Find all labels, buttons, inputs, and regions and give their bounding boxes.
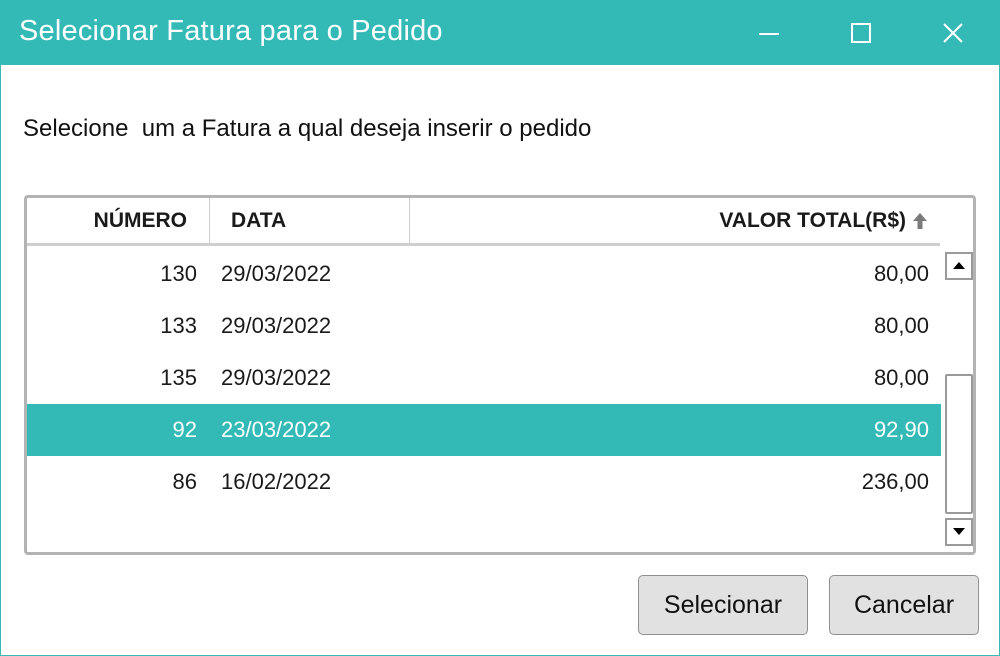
column-header-label: DATA [231, 209, 287, 232]
cell-valor: 80,00 [873, 313, 929, 338]
scroll-down-button[interactable] [945, 518, 973, 546]
close-button[interactable] [933, 13, 973, 53]
minimize-button[interactable] [749, 13, 789, 53]
cell-data: 16/02/2022 [221, 469, 332, 494]
invoice-grid[interactable]: NÚMERO DATA VALOR TOTAL(R$) 130 29/03/20… [24, 195, 976, 555]
table-row[interactable]: 135 29/03/2022 80,00 [27, 352, 941, 404]
column-header-numero[interactable]: NÚMERO [27, 198, 210, 243]
cancel-button[interactable]: Cancelar [829, 575, 979, 635]
cell-data: 29/03/2022 [221, 261, 332, 286]
title-bar[interactable]: Selecionar Fatura para o Pedido [1, 1, 1000, 65]
table-row[interactable]: 130 29/03/2022 80,00 [27, 248, 941, 300]
cell-data: 29/03/2022 [221, 365, 332, 390]
cell-numero: 135 [160, 365, 197, 390]
maximize-button[interactable] [841, 13, 881, 53]
table-row[interactable]: 133 29/03/2022 80,00 [27, 300, 941, 352]
maximize-icon [851, 23, 871, 43]
cell-valor: 236,00 [861, 469, 929, 494]
cell-numero: 92 [172, 417, 197, 442]
dialog-window: Selecionar Fatura para o Pedido Selecion… [0, 0, 1000, 656]
scroll-up-button[interactable] [945, 252, 973, 280]
table-row-selected[interactable]: 92 23/03/2022 92,90 [27, 404, 941, 456]
scrollbar-thumb[interactable] [945, 374, 973, 514]
cell-valor: 80,00 [873, 261, 929, 286]
minimize-icon [759, 33, 779, 35]
instruction-text: Selecione um a Fatura a qual deseja inse… [23, 115, 592, 142]
table-row[interactable]: 86 16/02/2022 236,00 [27, 456, 941, 508]
grid-header: NÚMERO DATA VALOR TOTAL(R$) [27, 198, 940, 246]
cell-numero: 130 [160, 261, 197, 286]
triangle-up-icon [953, 262, 965, 269]
vertical-scrollbar[interactable] [941, 246, 973, 552]
select-button[interactable]: Selecionar [638, 575, 808, 635]
cell-data: 29/03/2022 [221, 313, 332, 338]
cell-numero: 86 [172, 469, 197, 494]
cell-numero: 133 [160, 313, 197, 338]
close-icon [943, 23, 963, 43]
column-header-label: NÚMERO [93, 209, 187, 232]
arrow-up-icon [913, 213, 927, 230]
triangle-down-icon [953, 528, 965, 535]
column-header-valor-total[interactable]: VALOR TOTAL(R$) [410, 198, 940, 243]
window-title: Selecionar Fatura para o Pedido [19, 15, 443, 47]
cell-valor: 80,00 [873, 365, 929, 390]
column-header-data[interactable]: DATA [210, 198, 410, 243]
column-header-label: VALOR TOTAL(R$) [719, 209, 906, 232]
cell-data: 23/03/2022 [221, 417, 332, 442]
cell-valor: 92,90 [873, 417, 929, 442]
